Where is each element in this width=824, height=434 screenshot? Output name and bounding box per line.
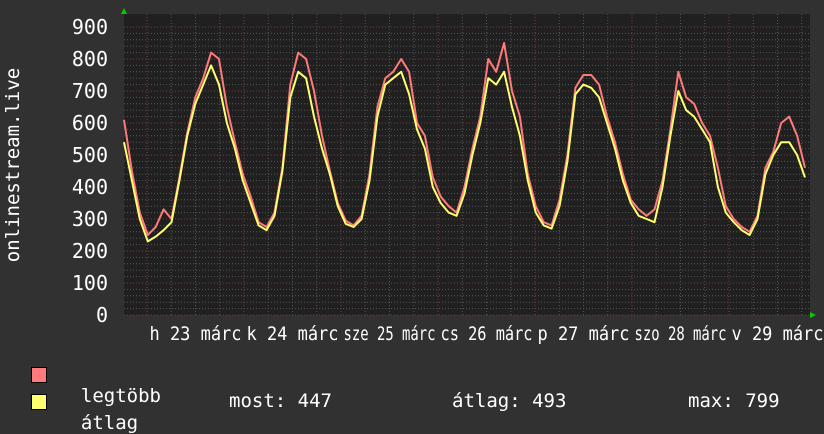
x-tick-label: v 29 márc xyxy=(732,323,824,345)
x-tick-label: h 23 márc xyxy=(150,323,242,345)
y-axis-arrow-icon xyxy=(121,8,127,14)
legend-avg-swatch xyxy=(31,394,47,410)
y-tick-label: 700 xyxy=(72,79,108,103)
x-tick-label: szo 28 márc xyxy=(635,323,727,345)
x-tick-label: cs 26 márc xyxy=(441,323,533,345)
legend-avg-label: átlag xyxy=(80,412,139,434)
x-tick-label: k 24 márc xyxy=(247,323,339,345)
legend-max-swatch xyxy=(31,367,47,383)
y-tick-label: 0 xyxy=(96,303,108,327)
y-tick-label: 200 xyxy=(72,239,108,263)
y-tick-label: 400 xyxy=(72,175,108,199)
x-axis-arrow-icon xyxy=(810,312,816,318)
stat-max: max: 799 xyxy=(688,390,780,412)
stat-current: most: 447 xyxy=(229,390,332,412)
y-tick-label: 800 xyxy=(72,47,108,71)
x-tick-label: p 27 márc xyxy=(538,323,630,345)
y-tick-label: 300 xyxy=(72,207,108,231)
line-chart: 0 100 200 300 400 500 600 700 800 900 h 23 márc k 2… xyxy=(2,8,824,345)
y-tick-label: 900 xyxy=(72,15,108,39)
y-tick-label: 600 xyxy=(72,111,108,135)
y-tick-label: 100 xyxy=(72,271,108,295)
legend-avg: átlag xyxy=(31,390,139,434)
y-tick-label: 500 xyxy=(72,143,108,167)
stat-average: átlag: 493 xyxy=(452,390,567,412)
x-tick-label: sze 25 márc xyxy=(344,323,436,345)
y-axis-label: onlinestream.live xyxy=(2,68,24,262)
